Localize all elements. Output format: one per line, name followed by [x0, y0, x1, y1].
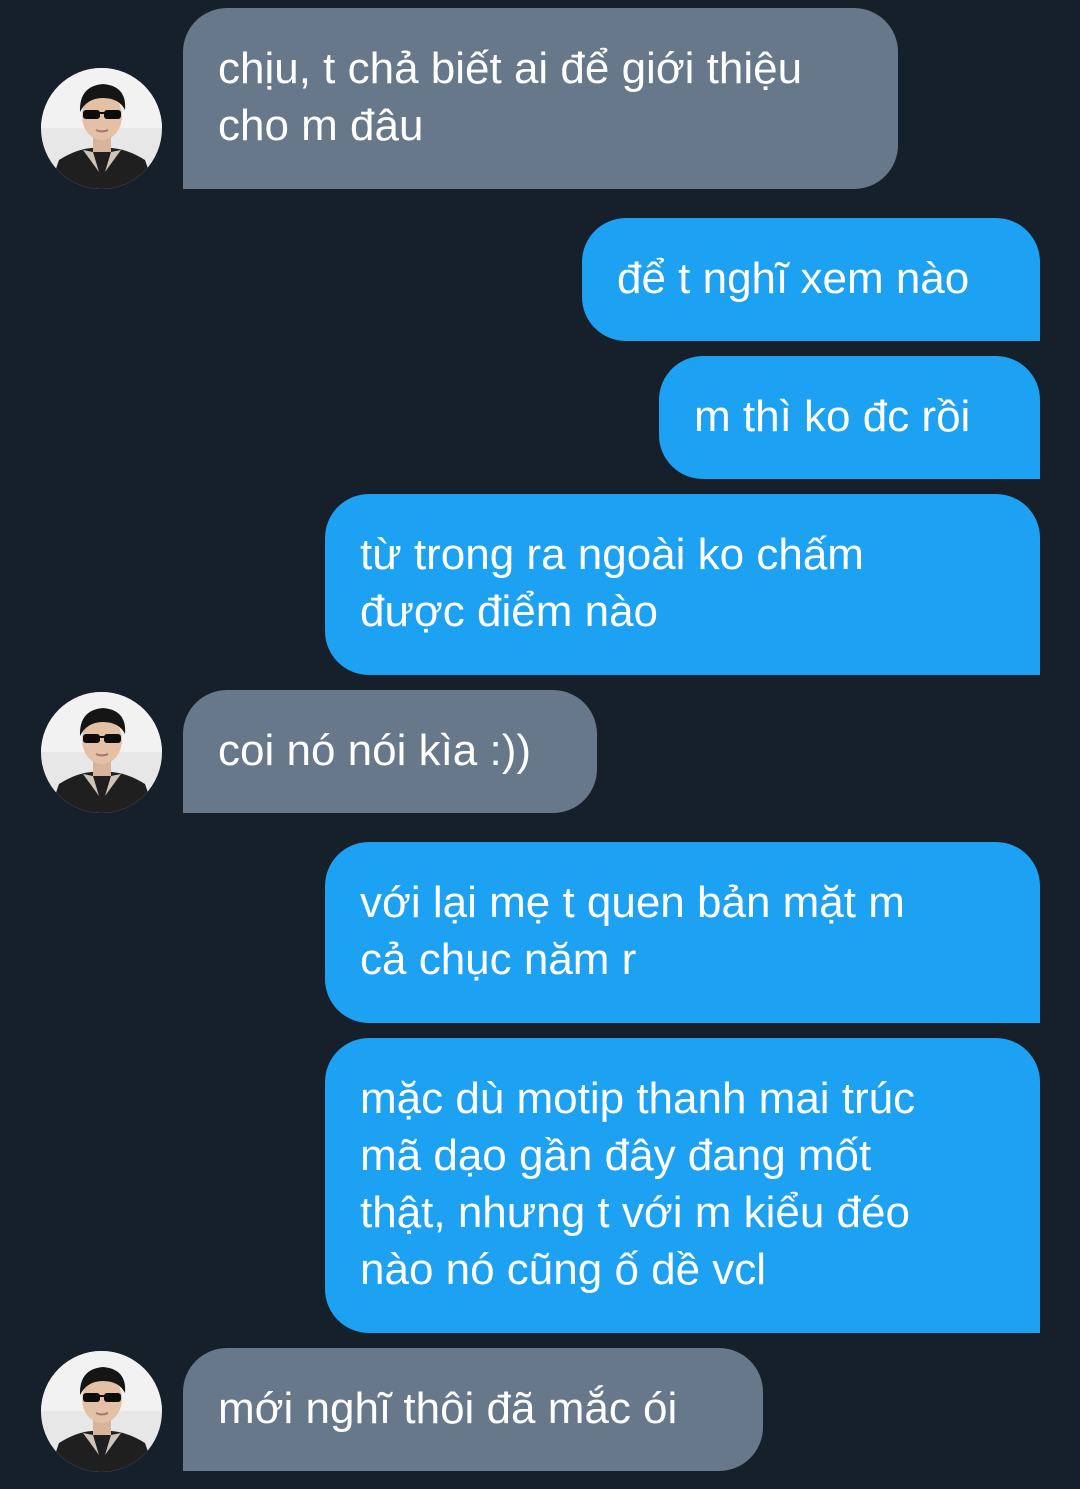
outgoing-message-bubble[interactable]: để t nghĩ xem nào — [582, 218, 1040, 341]
avatar[interactable] — [41, 692, 162, 813]
avatar-photo — [41, 68, 162, 189]
avatar[interactable] — [41, 68, 162, 189]
incoming-message-bubble[interactable]: mới nghĩ thôi đã mắc ói — [183, 1348, 763, 1471]
avatar[interactable] — [41, 1351, 162, 1472]
outgoing-message-bubble[interactable]: từ trong ra ngoài ko chấm được điểm nào — [325, 494, 1040, 675]
avatar-photo — [41, 1351, 162, 1472]
incoming-message-bubble[interactable]: coi nó nói kìa :)) — [183, 690, 597, 813]
incoming-message-bubble[interactable]: chịu, t chả biết ai để giới thiệu cho m … — [183, 8, 898, 189]
outgoing-message-bubble[interactable]: mặc dù motip thanh mai trúc mã dạo gần đ… — [325, 1038, 1040, 1333]
avatar-photo — [41, 692, 162, 813]
outgoing-message-bubble[interactable]: với lại mẹ t quen bản mặt m cả chục năm … — [325, 842, 1040, 1023]
outgoing-message-bubble[interactable]: m thì ko đc rồi — [659, 356, 1040, 479]
